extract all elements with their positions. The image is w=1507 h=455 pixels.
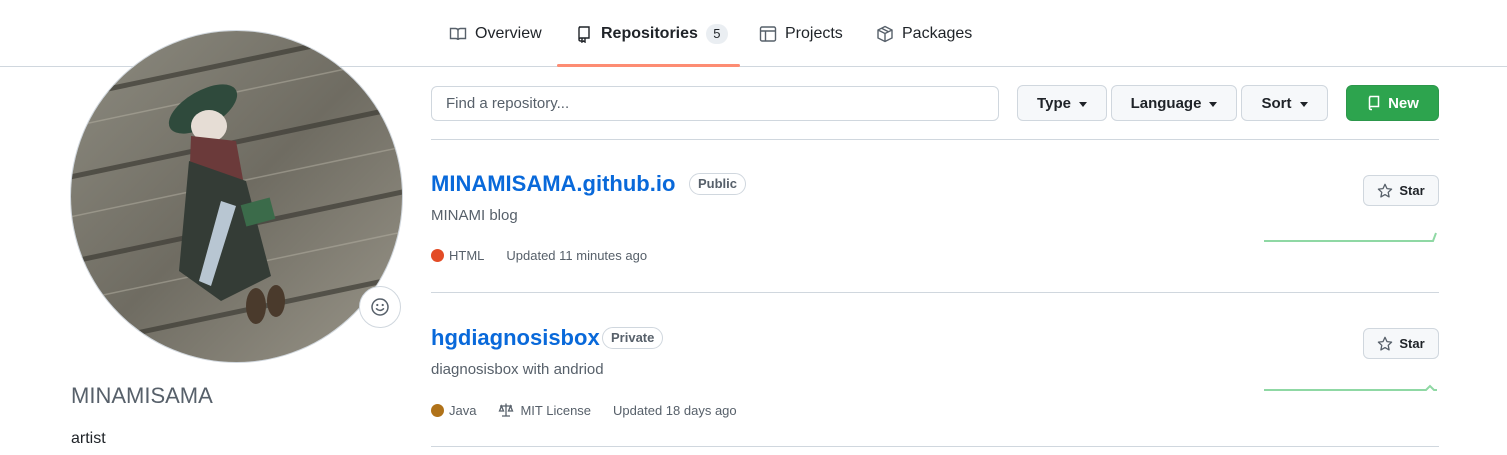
repo-updated: Updated 18 days ago <box>613 402 737 418</box>
language-color-dot <box>431 249 444 262</box>
avatar[interactable] <box>70 30 403 363</box>
repo-license: MIT License <box>498 402 591 418</box>
set-status-button[interactable] <box>359 286 401 328</box>
language-filter-button[interactable]: Language <box>1111 85 1237 121</box>
list-divider <box>431 139 1439 140</box>
table-icon <box>759 25 777 42</box>
tab-packages-label: Packages <box>902 24 973 42</box>
star-button[interactable]: Star <box>1363 328 1439 359</box>
repo-name-link[interactable]: MINAMISAMA.github.io <box>431 171 675 197</box>
package-icon <box>877 25 893 42</box>
repo-language: Java <box>431 403 476 418</box>
type-filter-label: Type <box>1037 94 1071 112</box>
star-icon <box>1378 336 1393 351</box>
repo-name-link[interactable]: hgdiagnosisbox <box>431 325 600 351</box>
visibility-badge: Public <box>689 173 747 195</box>
repo-meta: HTML Updated 11 minutes ago <box>431 248 669 263</box>
active-tab-underline <box>557 64 740 67</box>
tab-projects-label: Projects <box>785 24 843 42</box>
activity-sparkline <box>1264 384 1437 391</box>
repo-description: diagnosisbox with andriod <box>431 361 604 378</box>
smiley-icon <box>371 298 389 316</box>
star-icon <box>1378 183 1393 198</box>
repo-language: HTML <box>431 248 484 263</box>
repo-icon <box>578 25 590 43</box>
list-divider <box>431 446 1439 447</box>
repo-meta: Java MIT License Updated 18 days ago <box>431 402 759 418</box>
chevron-down-icon <box>1209 101 1218 107</box>
star-button[interactable]: Star <box>1363 175 1439 206</box>
activity-sparkline <box>1264 232 1437 242</box>
repositories-count-badge: 5 <box>705 23 728 44</box>
repo-language-label: Java <box>449 402 477 418</box>
profile-username: MINAMISAMA <box>71 383 213 408</box>
tab-repositories[interactable]: Repositories 5 <box>575 0 728 67</box>
type-filter-button[interactable]: Type <box>1017 85 1107 121</box>
list-divider <box>431 292 1439 293</box>
star-label: Star <box>1399 336 1425 351</box>
chevron-down-icon <box>1299 101 1308 107</box>
repo-updated: Updated 11 minutes ago <box>506 248 648 263</box>
new-repository-button[interactable]: New <box>1346 85 1439 121</box>
tab-overview-label: Overview <box>475 24 542 42</box>
tab-projects[interactable]: Projects <box>759 0 843 67</box>
tab-repositories-label: Repositories <box>601 24 698 42</box>
book-icon <box>449 27 467 40</box>
tab-overview[interactable]: Overview <box>449 0 542 67</box>
language-filter-label: Language <box>1130 94 1202 112</box>
sort-label: Sort <box>1261 94 1292 112</box>
new-button-label: New <box>1388 94 1419 112</box>
law-icon <box>499 403 514 417</box>
chevron-down-icon <box>1078 101 1087 107</box>
repo-description: MINAMI blog <box>431 207 518 224</box>
visibility-badge: Private <box>602 327 664 349</box>
sort-button[interactable]: Sort <box>1241 85 1328 121</box>
repo-license-label: MIT License <box>520 402 592 418</box>
language-color-dot <box>431 403 444 417</box>
repository-search-input[interactable] <box>431 86 999 121</box>
repo-language-label: HTML <box>449 248 485 263</box>
profile-bio: artist <box>71 430 106 447</box>
star-label: Star <box>1399 183 1425 198</box>
tab-packages[interactable]: Packages <box>876 0 972 67</box>
avatar-image <box>71 31 402 362</box>
repo-icon <box>1368 95 1380 111</box>
